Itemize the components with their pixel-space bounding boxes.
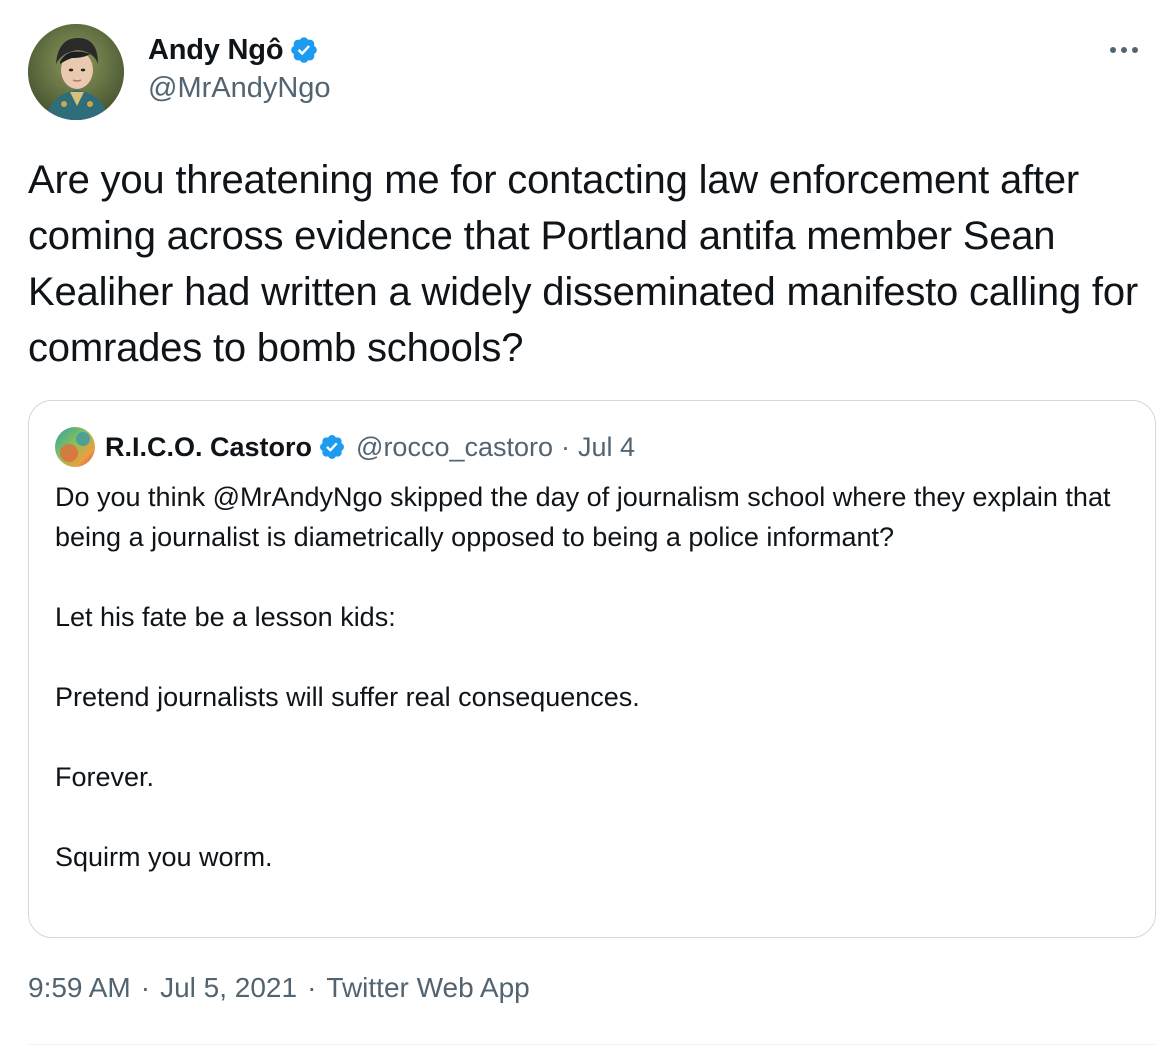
quoted-author-avatar (55, 427, 95, 467)
tweet-text: Are you threatening me for contacting la… (28, 158, 1138, 370)
quoted-tweet-body: Do you think @MrAndyNgo skipped the day … (55, 477, 1115, 877)
meta-separator: · (140, 972, 151, 1003)
tweet-time[interactable]: 9:59 AM (28, 972, 131, 1004)
quoted-paragraph: Pretend journalists will suffer real con… (55, 682, 640, 712)
quoted-paragraph: Forever. (55, 762, 155, 792)
verified-badge-icon (320, 435, 344, 459)
quoted-paragraph: Do you think @MrAndyNgo skipped the day … (55, 482, 1111, 552)
quoted-separator: · (561, 431, 571, 462)
more-options-button[interactable] (1106, 36, 1142, 64)
author-avatar[interactable] (28, 24, 124, 120)
quoted-tweet[interactable]: R.I.C.O. Castoro @rocco_castoro · Jul 4 … (28, 400, 1156, 938)
tweet: Andy Ngô @MrAndyNgo Are you threatening … (0, 0, 1164, 1062)
author-handle[interactable]: @MrAndyNgo (148, 72, 331, 105)
author-avatar-image (28, 24, 124, 120)
quoted-avatar-image (55, 427, 95, 467)
divider (28, 1044, 1156, 1045)
meta-separator: · (307, 972, 317, 1003)
more-dots-icon (1110, 47, 1138, 53)
tweet-metadata: 9:59 AM · Jul 5, 2021 · Twitter Web App (28, 972, 530, 1004)
author-name[interactable]: Andy Ngô (148, 34, 284, 67)
tweet-date[interactable]: Jul 5, 2021 (160, 972, 297, 1004)
verified-badge-icon (291, 37, 318, 63)
author-name-row: Andy Ngô (148, 30, 331, 70)
author-info: Andy Ngô @MrAndyNgo (148, 30, 331, 105)
tweet-source[interactable]: Twitter Web App (326, 972, 529, 1004)
quoted-tweet-header: R.I.C.O. Castoro @rocco_castoro · Jul 4 (55, 427, 635, 467)
quoted-paragraph: Squirm you worm. (55, 842, 273, 872)
quoted-date: Jul 4 (578, 431, 636, 462)
quoted-author-handle: @rocco_castoro (356, 431, 554, 462)
quoted-paragraph: Let his fate be a lesson kids: (55, 602, 396, 632)
quoted-author-name: R.I.C.O. Castoro (105, 431, 313, 462)
